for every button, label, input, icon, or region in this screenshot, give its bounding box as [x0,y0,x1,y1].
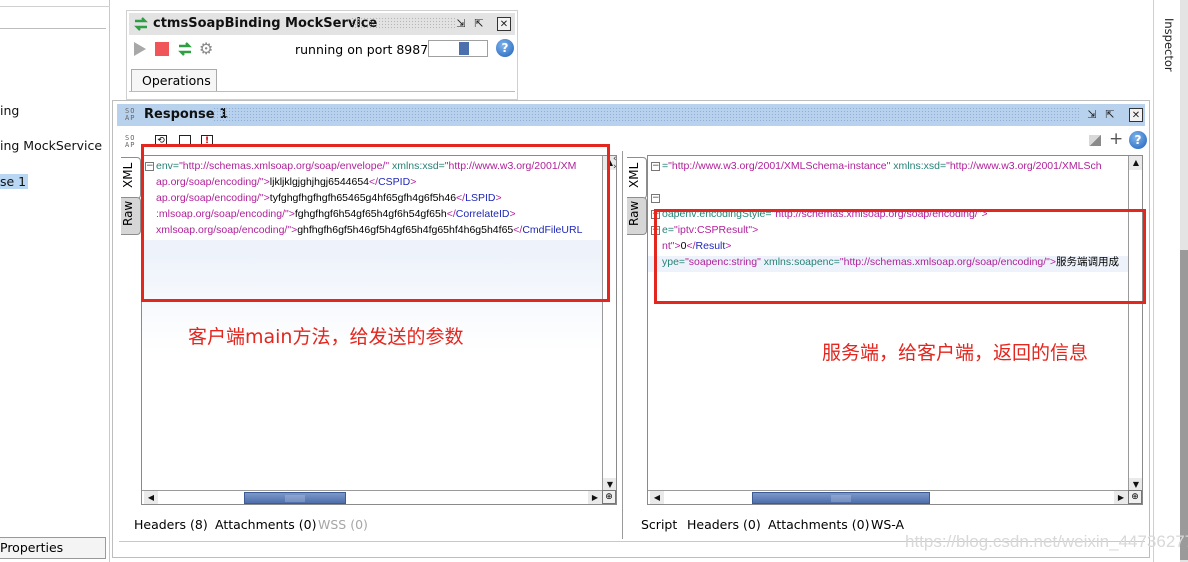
close-icon[interactable]: ✕ [497,17,511,31]
bottom-tab-attachments[interactable]: Attachments (0) [215,517,316,532]
soap-icon[interactable]: SO AP [125,135,135,149]
help-icon[interactable]: ? [1129,131,1147,149]
inspector-scrollbar[interactable] [1180,0,1188,562]
bottom-tab-wss[interactable]: WSS (0) [318,517,368,532]
watermark: https://blog.csdn.net/weixin_44736277 [905,532,1188,551]
titlebar-grip [351,17,455,30]
bottom-tab-ws-a[interactable]: WS-A [871,517,904,532]
tree-item-binding[interactable]: ing [0,103,19,118]
scroll-left-arrow[interactable]: ◀ [650,491,664,504]
divider [129,91,515,92]
bottom-tab-script[interactable]: Script [641,517,677,532]
code-token: xmlns:xsd= [890,160,947,172]
zoom-icon[interactable]: ⊕ [1128,490,1142,504]
horizontal-scrollbar[interactable]: ◀ ▶ [142,490,602,504]
exchange-icon[interactable] [177,41,193,60]
bottom-tab-headers[interactable]: Headers (0) [687,517,761,532]
minimize-icon[interactable]: ⇲ [1085,108,1099,122]
annotation-box-response [654,209,1146,304]
code-line: ="http://www.w3.org/2001/XMLSchema-insta… [662,158,1102,174]
tree-item-mockservice[interactable]: ing MockService [0,138,102,153]
mockservice-title: ctmsSoapBinding MockService [153,16,378,31]
titlebar-grip [213,107,1079,123]
scroll-up-arrow[interactable]: ▲ [1129,156,1142,170]
tab-xml[interactable]: XML [121,157,141,199]
help-icon[interactable]: ? [496,39,514,57]
mockservice-toolbar: ⚙ running on port 8987 ? [129,37,515,61]
response-titlebar: SO AP Response 1 ⇲ ⇱ ✕ [117,104,1145,126]
collapse-arrows-icon[interactable]: ‹ › [613,155,617,172]
tab-raw[interactable]: Raw [121,197,141,235]
inspector-panel: Inspector [1153,0,1188,562]
soap-icon: SO AP [125,107,136,122]
fold-toggle[interactable]: − [651,162,660,171]
tab-raw[interactable]: Raw [627,197,647,235]
bottom-tab-attachments[interactable]: Attachments (0) [768,517,869,532]
properties-tab[interactable]: Properties [0,537,106,559]
divider [0,28,106,29]
scroll-right-arrow[interactable]: ▶ [1114,491,1128,504]
code-token: "http://www.w3.org/2001/XMLSchema-instan… [668,160,891,172]
divider [0,6,110,7]
inspector-tab[interactable]: Inspector [1162,18,1176,72]
tab-operations[interactable]: Operations [131,69,217,91]
zoom-icon[interactable]: ⊕ [602,490,616,504]
mockservice-window: ctmsSoapBinding MockService ⇲ ⇱ ✕ ⚙ runn… [126,10,518,100]
split-view-icon[interactable] [1089,135,1101,146]
annotation-box-request [141,144,610,302]
progress-marker [459,42,469,55]
tab-xml[interactable]: XML [627,157,647,199]
mockservice-titlebar: ctmsSoapBinding MockService ⇲ ⇱ ✕ [129,13,515,35]
stop-icon[interactable] [155,42,169,56]
tree-item-response[interactable]: se 1 [0,174,29,189]
scroll-left-arrow[interactable]: ◀ [144,491,158,504]
scroll-right-arrow[interactable]: ▶ [588,491,602,504]
response-xml-editor[interactable]: − − − − ="http://www.w3.org/2001/XMLSche… [647,155,1143,505]
progress-indicator [428,40,488,57]
gear-icon[interactable]: ⚙ [199,39,213,58]
plus-icon[interactable]: + [1109,129,1123,149]
vertical-scrollbar[interactable]: ▲ ▼ [1128,156,1142,492]
exchange-icon [133,16,149,35]
horizontal-scrollbar[interactable]: ◀ ▶ [648,490,1128,504]
play-icon[interactable] [133,41,147,60]
scrollbar-thumb[interactable] [1180,250,1188,560]
annotation-text-response: 服务端，给客户端，返回的信息 [822,342,1089,364]
annotation-text-request: 客户端main方法，给发送的参数 [188,326,464,348]
maximize-icon[interactable]: ⇱ [472,17,486,31]
fold-toggle[interactable]: − [651,194,660,203]
bottom-tab-headers[interactable]: Headers (8) [134,517,208,532]
minimize-icon[interactable]: ⇲ [454,17,468,31]
code-token: "http://www.w3.org/2001/XMLSch [946,160,1102,172]
navigator-panel: ing ing MockService se 1 Properties [0,0,110,562]
maximize-icon[interactable]: ⇱ [1103,108,1117,122]
scrollbar-thumb[interactable] [752,492,930,504]
scrollbar-thumb[interactable] [244,492,346,504]
pane-divider[interactable] [622,151,623,539]
close-icon[interactable]: ✕ [1129,108,1143,122]
mock-status-text: running on port 8987 [295,42,429,57]
